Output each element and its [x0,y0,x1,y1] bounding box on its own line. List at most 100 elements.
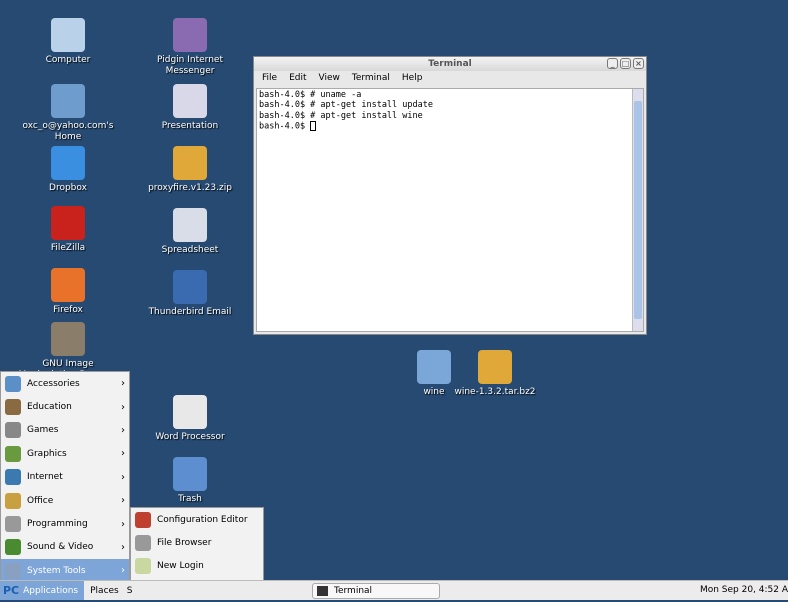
icon-label: Trash [178,494,202,504]
logo: PC [3,584,20,597]
icon-label: Firefox [53,305,83,315]
close-icon[interactable]: × [633,58,644,69]
submenu-item-file-browser[interactable]: File Browser [131,531,263,554]
applications-label: Applications [23,585,79,596]
menu-item-label: Internet [27,472,63,483]
menu-item-office[interactable]: Office › [1,489,129,512]
applications-menu: Accessories › Education › Games › Graphics › Int… [0,371,130,583]
menu-item-label: Education [27,402,72,413]
terminal-prompt: bash-4.0$ [259,121,311,132]
menu-item-label: Sound & Video [27,542,94,553]
category-icon [5,445,21,462]
menu-item-label: Programming [27,519,88,530]
icon-label: Pidgin Internet Messenger [157,55,223,76]
icon-label: Word Processor [155,432,225,442]
submenu-item-label: New Login [157,561,204,572]
icon-label: Thunderbird Email [148,307,232,317]
menu-file[interactable]: File [262,71,277,86]
chevron-right-icon: › [121,495,125,507]
task-label: Terminal [334,586,373,596]
spreadsheet-icon [173,208,207,242]
desktop-icon[interactable]: Spreadsheet [135,208,245,256]
desktop-icon[interactable]: Thunderbird Email [135,270,245,318]
menu-help[interactable]: Help [402,71,423,86]
computer-icon [51,18,85,52]
chevron-right-icon: › [121,378,125,390]
terminal-screen[interactable]: bash-4.0$ # uname -a bash-4.0$ # apt-get… [256,88,644,332]
menu-item-education[interactable]: Education › [1,395,129,418]
chevron-right-icon: › [121,565,125,577]
places-menu[interactable]: Places [90,586,119,596]
submenu-item-new-login[interactable]: New Login [131,555,263,578]
firefox-icon [51,268,85,302]
desktop-icon[interactable]: wine-1.3.2.tar.bz2 [440,350,550,398]
taskbar-item-terminal[interactable]: Terminal [312,583,440,599]
chevron-right-icon: › [121,541,125,553]
chevron-right-icon: › [121,518,125,530]
menu-item-games[interactable]: Games › [1,419,129,442]
menu-item-label: Accessories [27,378,80,389]
menu-item-graphics[interactable]: Graphics › [1,442,129,465]
terminal-window[interactable]: Terminal _ □ × File Edit View Terminal Hel… [253,56,647,335]
icon-label: FileZilla [50,243,86,253]
text-cursor [310,120,317,131]
word-processor-icon [173,395,207,429]
menu-item-accessories[interactable]: Accessories › [1,372,129,395]
menu-item-label: Office [27,495,54,506]
menu-item-internet[interactable]: Internet › [1,466,129,489]
desktop-icon[interactable]: Presentation [135,84,245,132]
menu-terminal[interactable]: Terminal [352,71,390,86]
category-icon [5,422,21,439]
category-icon [5,562,21,579]
desktop-icon[interactable]: Computer [13,18,123,66]
icon-label: Computer [45,55,91,65]
menu-item-programming[interactable]: Programming › [1,512,129,535]
category-icon [5,516,21,533]
desktop-icon[interactable]: Dropbox [13,146,123,194]
category-icon [5,539,21,556]
scrollbar-thumb[interactable] [634,101,642,319]
oxc-o-yahoo-com-s-home-icon [51,84,85,118]
scrollbar[interactable] [632,89,643,331]
category-icon [5,492,21,509]
desktop-icon[interactable]: oxc_o@yahoo.com's Home [13,84,123,143]
menu-item-system-tools[interactable]: System Tools › [1,559,129,583]
menu-view[interactable]: View [319,71,340,86]
system-menu[interactable]: S [127,586,133,596]
menu-item-label: Graphics [27,448,67,459]
icon-label: Spreadsheet [161,245,219,255]
terminal-titlebar[interactable]: Terminal _ □ × [254,57,646,71]
menu-edit[interactable]: Edit [289,71,306,86]
pidgin-internet-messenger-icon [173,18,207,52]
dropbox-icon [51,146,85,180]
applications-button[interactable]: PC Applications [0,581,85,600]
chevron-right-icon: › [121,448,125,460]
chevron-right-icon: › [121,424,125,436]
desktop-icon[interactable]: proxyfire.v1.23.zip [135,146,245,194]
window-title: Terminal [428,59,472,69]
icon-label: wine-1.3.2.tar.bz2 [454,387,536,397]
category-icon [5,469,21,486]
wine-1-3-2-tar-bz2-icon [478,350,512,384]
icon-label: proxyfire.v1.23.zip [148,183,232,193]
taskbar: PC Applications Places S Terminal Mon Sep… [0,580,788,600]
menu-item-label: System Tools [27,565,86,576]
terminal-line: bash-4.0$ # apt-get install wine [259,110,423,121]
presentation-icon [173,84,207,118]
filezilla-icon [51,206,85,240]
terminal-icon [317,586,328,596]
clock[interactable]: Mon Sep 20, 4:52 A [700,585,788,595]
submenu-item-configuration-editor[interactable]: Configuration Editor [131,508,263,531]
desktop-icon[interactable]: Pidgin Internet Messenger [135,18,245,77]
maximize-icon[interactable]: □ [620,58,631,69]
menu-item-sound-video[interactable]: Sound & Video › [1,536,129,559]
icon-label: oxc_o@yahoo.com's Home [22,121,114,142]
desktop-icon[interactable]: FileZilla [13,206,123,254]
desktop-icon[interactable]: Trash [135,457,245,505]
terminal-line: bash-4.0$ # apt-get install update [259,100,433,111]
desktop-icon[interactable]: Firefox [13,268,123,316]
minimize-icon[interactable]: _ [607,58,618,69]
category-icon [5,375,21,392]
desktop-icon[interactable]: Word Processor [135,395,245,443]
submenu-item-label: File Browser [157,538,212,549]
